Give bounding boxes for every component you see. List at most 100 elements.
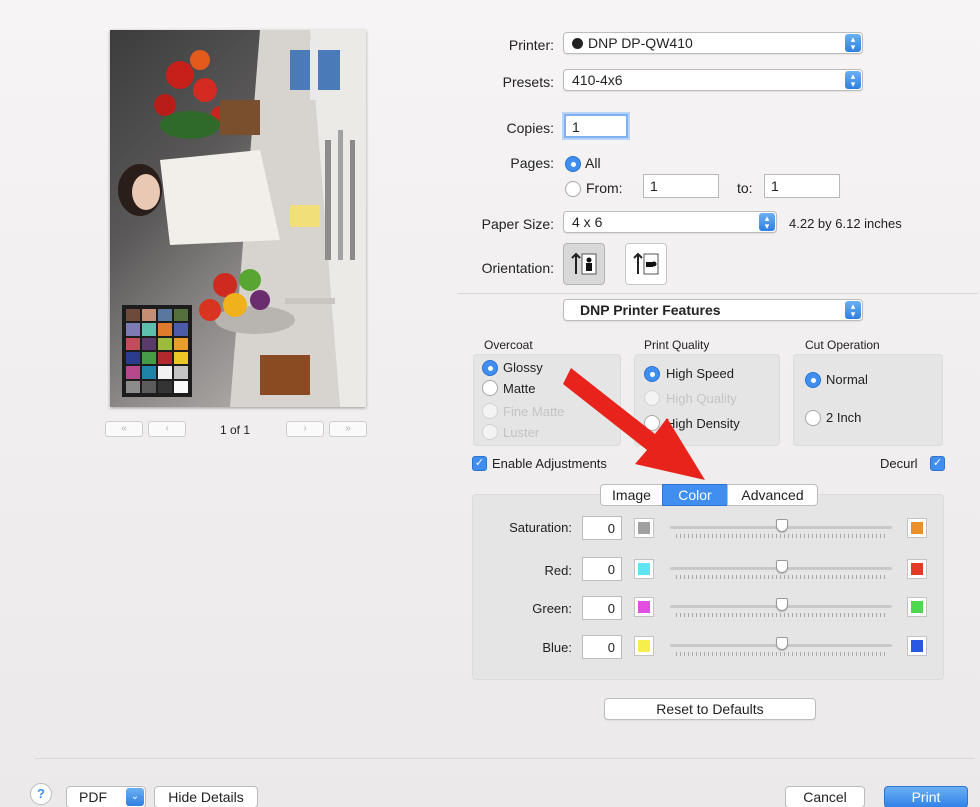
green-field[interactable]: 0 (582, 596, 622, 620)
blue-slider-knob[interactable] (776, 637, 788, 650)
copies-label: Copies: (506, 120, 554, 136)
presets-value: 410-4x6 (572, 72, 623, 88)
red-swatch-icon (911, 563, 923, 575)
pages-from-label: From: (586, 180, 623, 196)
slider-ticks (676, 534, 888, 538)
green-label: Green: (532, 601, 572, 616)
green-slider-knob[interactable] (776, 598, 788, 611)
magenta-swatch-icon (638, 601, 650, 613)
red-slider-knob[interactable] (776, 560, 788, 573)
paper-size-popup[interactable]: 4 x 6 ▴ ▾ (563, 211, 777, 233)
overcoat-fine-matte-radio[interactable] (482, 403, 498, 419)
bottom-separator (35, 758, 975, 759)
pages-label: Pages: (510, 155, 554, 171)
printer-popup[interactable]: DNP DP-QW410 ▴ ▾ (563, 32, 863, 54)
green-swatch-icon (911, 601, 923, 613)
section-popup-value: DNP Printer Features (580, 302, 721, 318)
pages-from-radio[interactable] (565, 181, 581, 197)
red-label: Red: (544, 563, 572, 578)
pdf-label: PDF (79, 789, 107, 805)
portrait-orientation-button[interactable] (563, 243, 605, 285)
overcoat-title: Overcoat (484, 338, 533, 352)
previous-page-button[interactable]: ‹ (148, 421, 186, 437)
decurl-checkbox[interactable]: ✓ (930, 456, 945, 471)
saturation-label: Saturation: (509, 520, 572, 535)
hide-details-button[interactable]: Hide Details (154, 786, 258, 807)
pdf-menu-button[interactable]: PDF ⌄ (66, 786, 146, 807)
blue-label: Blue: (542, 640, 572, 655)
cancel-button[interactable]: Cancel (785, 786, 865, 807)
presets-popup[interactable]: 410-4x6 ▴ ▾ (563, 69, 863, 91)
print-quality-title: Print Quality (644, 338, 710, 352)
print-button[interactable]: Print (884, 786, 968, 807)
next-page-button[interactable]: › (286, 421, 324, 437)
blue-field[interactable]: 0 (582, 635, 622, 659)
tab-image[interactable]: Image (600, 484, 663, 506)
overcoat-matte-label: Matte (503, 381, 536, 396)
saturation-field[interactable]: 0 (582, 516, 622, 540)
slider-ticks (676, 613, 888, 617)
yellow-swatch-icon (638, 640, 650, 652)
saturation-slider-knob[interactable] (776, 519, 788, 532)
pages-all-radio[interactable] (565, 156, 581, 172)
green-low-swatch (634, 597, 654, 617)
overcoat-glossy-label: Glossy (503, 360, 543, 375)
tab-advanced[interactable]: Advanced (727, 484, 818, 506)
paper-size-label: Paper Size: (481, 216, 554, 232)
enable-adjustments-checkbox[interactable]: ✓ (472, 456, 487, 471)
tab-color[interactable]: Color (662, 484, 728, 506)
red-high-swatch (907, 559, 927, 579)
chevron-down-icon: ⌄ (126, 788, 144, 806)
gray-swatch-icon (638, 522, 650, 534)
color-checker-chart (126, 309, 188, 393)
green-high-swatch (907, 597, 927, 617)
printer-status-icon (572, 38, 583, 49)
cyan-swatch-icon (638, 563, 650, 575)
up-down-arrows-icon: ▴ ▾ (759, 213, 775, 231)
pages-from-field[interactable]: 1 (643, 174, 719, 198)
cut-normal-radio[interactable] (805, 372, 821, 388)
overcoat-glossy-radio[interactable] (482, 360, 498, 376)
pages-to-label: to: (737, 180, 753, 196)
cut-2-inch-label: 2 Inch (826, 410, 862, 425)
blue-high-swatch (907, 636, 927, 656)
blue-low-swatch (634, 636, 654, 656)
landscape-orientation-button[interactable] (625, 243, 667, 285)
copies-field[interactable]: 1 (564, 114, 628, 138)
enable-adjustments-label: Enable Adjustments (492, 456, 607, 471)
print-preview-image (110, 30, 366, 407)
section-popup[interactable]: DNP Printer Features ▴ ▾ (563, 299, 863, 321)
up-down-arrows-icon: ▴ ▾ (845, 301, 861, 319)
saturation-low-swatch (634, 518, 654, 538)
decurl-label: Decurl (880, 456, 918, 471)
help-button[interactable]: ? (30, 783, 52, 805)
overcoat-matte-radio[interactable] (482, 380, 498, 396)
orientation-label: Orientation: (481, 260, 554, 276)
presets-label: Presets: (502, 74, 554, 90)
printer-value: DNP DP-QW410 (588, 35, 693, 51)
portrait-orientation-icon (571, 252, 597, 275)
red-field[interactable]: 0 (582, 557, 622, 581)
pages-to-field[interactable]: 1 (764, 174, 840, 198)
cut-operation-title: Cut Operation (805, 338, 880, 352)
pages-all-label: All (585, 155, 601, 171)
saturation-high-swatch (907, 518, 927, 538)
separator (458, 293, 978, 294)
landscape-orientation-icon (633, 252, 659, 275)
reset-to-defaults-button[interactable]: Reset to Defaults (604, 698, 816, 720)
paper-size-value: 4 x 6 (572, 214, 603, 230)
page-indicator: 1 of 1 (220, 423, 251, 437)
blue-swatch-icon (911, 640, 923, 652)
overcoat-luster-label: Luster (503, 425, 540, 440)
cut-operation-group (793, 354, 943, 446)
first-page-button[interactable]: « (105, 421, 143, 437)
cut-2-inch-radio[interactable] (805, 410, 821, 426)
orange-swatch-icon (911, 522, 923, 534)
last-page-button[interactable]: » (329, 421, 367, 437)
up-down-arrows-icon: ▴ ▾ (845, 34, 861, 52)
paper-dimensions: 4.22 by 6.12 inches (789, 216, 902, 231)
cut-normal-label: Normal (826, 372, 868, 387)
slider-ticks (676, 652, 888, 656)
overcoat-luster-radio[interactable] (482, 424, 498, 440)
slider-ticks (676, 575, 888, 579)
